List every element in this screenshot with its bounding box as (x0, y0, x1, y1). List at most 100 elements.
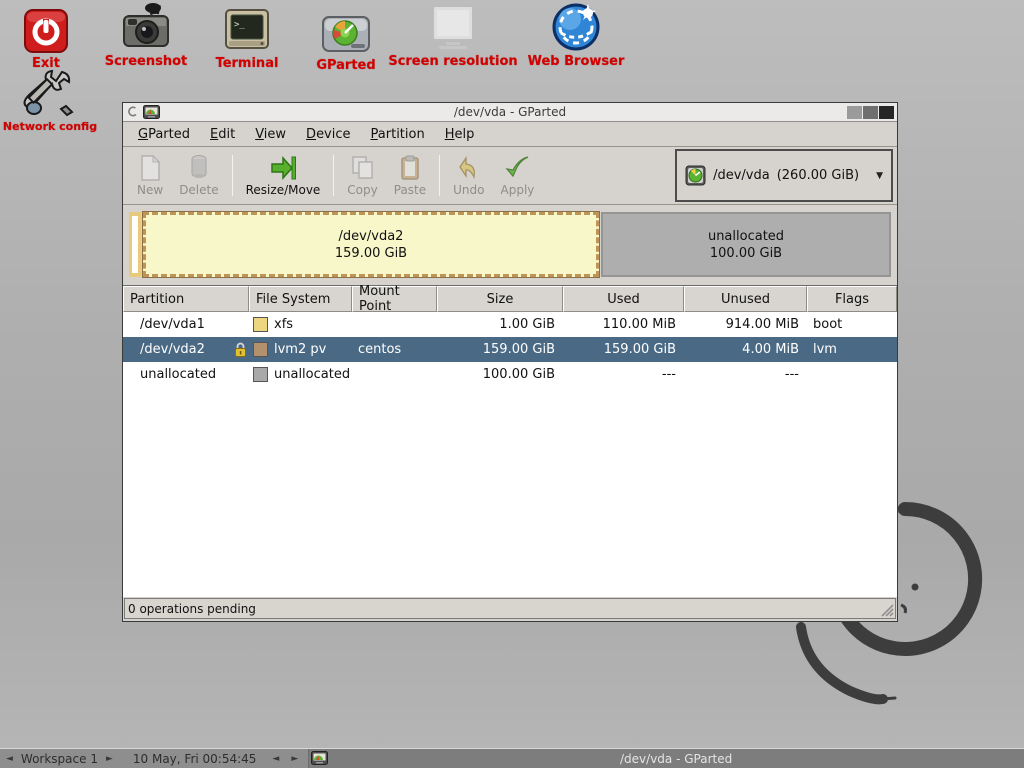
table-row-vda1[interactable]: /dev/vda1 xfs 1.00 GiB 110.00 MiB 914.00… (123, 312, 897, 337)
statusbar: 0 operations pending (124, 598, 896, 619)
menu-edit[interactable]: Edit (201, 124, 244, 145)
cell-unused: --- (684, 362, 807, 387)
col-unused: Unused (684, 286, 807, 312)
desktop-icon-label: Terminal (216, 56, 279, 71)
svg-text:>_: >_ (234, 20, 245, 30)
new-button[interactable]: New (129, 149, 171, 202)
close-button[interactable] (879, 106, 894, 119)
desktop-icon-screenshot[interactable]: Screenshot (96, 2, 196, 69)
chevron-down-icon[interactable]: ▼ (866, 167, 885, 185)
cell-unused: 914.00 MiB (684, 312, 807, 337)
visual-partition-name: /dev/vda2 (339, 228, 404, 245)
desktop-icon-screen-resolution[interactable]: Screen resolution (390, 2, 516, 69)
cell-filesystem: lvm2 pv (249, 337, 352, 362)
gparted-window: /dev/vda - GParted GParted Edit View Dev… (122, 102, 898, 622)
cell-partition: /dev/vda1 (123, 312, 249, 337)
cell-mountpoint (352, 362, 437, 387)
visual-partition-size: 100.00 GiB (710, 245, 782, 262)
undo-button[interactable]: Undo (445, 149, 492, 202)
cell-mountpoint (352, 312, 437, 337)
cell-mountpoint: centos (352, 337, 437, 362)
workspace-next-icon[interactable]: ► (100, 754, 119, 764)
workspace-label[interactable]: Workspace 1 (19, 752, 100, 766)
workspace-prev-icon[interactable]: ◄ (0, 754, 19, 764)
device-size: (260.00 GiB) (777, 168, 859, 183)
cell-filesystem: xfs (249, 312, 352, 337)
gparted-disk-icon (321, 6, 371, 56)
toolbar-separator (333, 155, 334, 196)
window-next-icon[interactable]: ► (285, 754, 304, 764)
cell-used: --- (563, 362, 684, 387)
minimize-button[interactable] (847, 106, 862, 119)
desktop-icon-gparted[interactable]: GParted (306, 6, 386, 73)
table-row-vda2[interactable]: /dev/vda2 lvm2 pv centos 159.00 GiB 159.… (123, 337, 897, 362)
col-mountpoint: Mount Point (352, 286, 437, 312)
menu-view[interactable]: View (246, 124, 295, 145)
resize-grip[interactable] (880, 603, 894, 617)
cell-flags: boot (807, 312, 897, 337)
desktop-icon-web-browser[interactable]: Web Browser (520, 2, 632, 69)
clock: 10 May, Fri 00:54:45 (131, 752, 259, 766)
toolbar: New Delete Resize/Move Copy (123, 147, 897, 205)
paste-button[interactable]: Paste (386, 149, 434, 202)
gparted-app-icon (143, 105, 160, 119)
window-prev-icon[interactable]: ◄ (266, 754, 285, 764)
disk-icon (685, 165, 706, 186)
visual-block-vda2-selected[interactable]: /dev/vda2 159.00 GiB (143, 212, 599, 277)
exit-icon (23, 4, 69, 54)
cell-size: 1.00 GiB (437, 312, 563, 337)
desktop-icon-label: Screen resolution (388, 54, 517, 69)
menu-help[interactable]: Help (436, 124, 484, 145)
resize-move-button[interactable]: Resize/Move (238, 149, 329, 202)
table-header: Partition File System Mount Point Size U… (123, 286, 897, 312)
col-filesystem: File System (249, 286, 352, 312)
cell-size: 159.00 GiB (437, 337, 563, 362)
taskbar-item-gparted[interactable]: /dev/vda - GParted (308, 749, 1024, 768)
resize-move-icon (269, 155, 297, 181)
device-name: /dev/vda (713, 168, 770, 183)
menubar: GParted Edit View Device Partition Help (123, 122, 897, 147)
apply-button[interactable]: Apply (493, 149, 543, 202)
visual-partition-size: 159.00 GiB (335, 245, 407, 262)
desktop-icon-exit[interactable]: Exit (14, 4, 78, 71)
col-flags: Flags (807, 286, 897, 312)
maximize-button[interactable] (863, 106, 878, 119)
cell-partition: unallocated (123, 362, 249, 387)
menu-partition[interactable]: Partition (362, 124, 434, 145)
menu-gparted[interactable]: GParted (129, 124, 199, 145)
fs-color-swatch (253, 342, 268, 357)
delete-button[interactable]: Delete (171, 149, 226, 202)
taskbar: ◄ Workspace 1 ► 10 May, Fri 00:54:45 ◄ ►… (0, 748, 1024, 768)
task-title: /dev/vda - GParted (328, 752, 1024, 766)
toolbar-separator (232, 155, 233, 196)
pending-operations-text: 0 operations pending (128, 602, 256, 616)
desktop-icon-network-config[interactable]: Network config (2, 68, 98, 133)
partition-visual-bar: /dev/vda2 159.00 GiB unallocated 100.00 … (123, 205, 897, 285)
camera-icon (120, 2, 172, 52)
window-titlebar[interactable]: /dev/vda - GParted (123, 103, 897, 122)
tools-icon (22, 68, 78, 118)
menu-device[interactable]: Device (297, 124, 359, 145)
visual-partition-name: unallocated (708, 228, 784, 245)
desktop-icon-label: Screenshot (105, 54, 188, 69)
cell-unused: 4.00 MiB (684, 337, 807, 362)
table-row-unallocated[interactable]: unallocated unallocated 100.00 GiB --- -… (123, 362, 897, 387)
terminal-icon: >_ (223, 4, 271, 54)
visual-block-unallocated[interactable]: unallocated 100.00 GiB (601, 212, 891, 277)
device-selector[interactable]: /dev/vda (260.00 GiB) ▼ (675, 149, 893, 202)
visual-block-vda1[interactable] (129, 212, 141, 277)
toolbar-separator (439, 155, 440, 196)
window-title: /dev/vda - GParted (123, 105, 897, 119)
fs-color-swatch (253, 367, 268, 382)
cell-filesystem: unallocated (249, 362, 352, 387)
cell-used: 159.00 GiB (563, 337, 684, 362)
desktop-icon-terminal[interactable]: >_ Terminal (205, 4, 289, 71)
cell-used: 110.00 MiB (563, 312, 684, 337)
table-empty-area (123, 387, 897, 597)
copy-button[interactable]: Copy (339, 149, 385, 202)
col-partition: Partition (123, 286, 249, 312)
desktop-icon-label: Web Browser (528, 54, 625, 69)
desktop-icon-label: Network config (3, 120, 97, 133)
col-used: Used (563, 286, 684, 312)
undo-icon (458, 155, 480, 181)
